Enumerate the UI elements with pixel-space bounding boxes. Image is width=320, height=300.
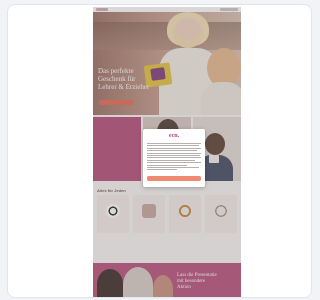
- text-line: [147, 143, 201, 144]
- text-line: [147, 152, 201, 154]
- modal-body-text: [147, 143, 201, 172]
- text-line: [147, 169, 177, 171]
- accept-button[interactable]: [147, 176, 201, 181]
- preview-card: Das perfekte Geschenk für Lehrer & Erzie…: [7, 4, 312, 298]
- website-preview: Das perfekte Geschenk für Lehrer & Erzie…: [93, 7, 241, 297]
- text-line: [147, 164, 187, 166]
- text-line: [147, 150, 197, 152]
- text-line: [147, 147, 201, 149]
- text-line: [147, 145, 199, 147]
- text-line: [147, 157, 201, 159]
- text-line: [147, 159, 195, 161]
- text-line: [147, 162, 201, 164]
- text-line: [147, 154, 200, 156]
- text-line: [147, 166, 199, 168]
- cookie-consent-modal: ecn.: [143, 129, 205, 187]
- modal-logo: ecn.: [168, 133, 180, 139]
